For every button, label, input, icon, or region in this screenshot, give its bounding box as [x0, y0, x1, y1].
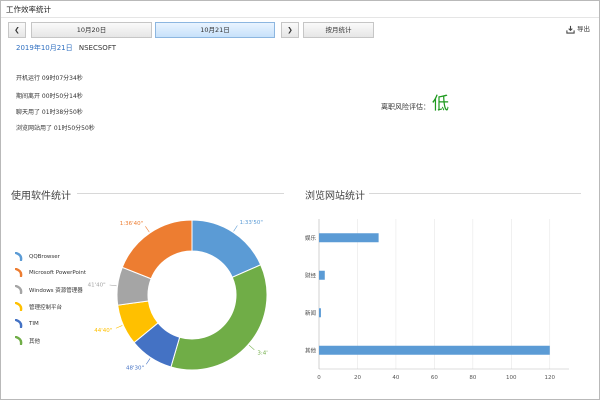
donut-data-label: 1:33'50" — [240, 220, 263, 226]
stat-browse: 浏览网站用了 01时50分50秒 — [16, 125, 95, 132]
donut-leader-line — [109, 284, 117, 287]
donut-slice — [170, 264, 268, 371]
x-tick-label: 120 — [545, 375, 556, 381]
bar — [319, 345, 550, 355]
window-title: 工作效率统计 — [1, 1, 599, 18]
report-user: NSECSOFT — [78, 44, 116, 52]
website-stats-divider — [369, 193, 581, 194]
website-bar-chart: 0 20 40 60 80 100 120 娱乐财经新闻其他 — [305, 219, 569, 381]
bar — [319, 233, 379, 243]
software-stats-divider — [77, 193, 284, 194]
monthly-stats-button[interactable]: 按月统计 — [303, 22, 374, 38]
stat-power-on: 开机运行 09时07分34秒 — [16, 75, 83, 82]
x-tick-label: 40 — [392, 375, 399, 381]
software-donut-chart: 1:33'50" 3:4' 48'30" 44'40" 41'40" 1:36'40" — [88, 219, 268, 372]
donut-data-label: 44'40" — [94, 328, 112, 334]
donut-data-label: 41'40" — [88, 283, 106, 289]
x-tick-label: 60 — [431, 375, 438, 381]
donut-slice — [191, 219, 262, 278]
y-category-label: 娱乐 — [305, 234, 317, 242]
donut-leader-line — [233, 225, 238, 232]
export-button[interactable]: 导出 — [566, 23, 590, 35]
tab-oct-21[interactable]: 10月21日 — [155, 22, 275, 38]
x-tick-label: 20 — [354, 375, 361, 381]
x-tick-label: 0 — [317, 375, 321, 381]
app-window: 工作效率统计 ❮ 10月20日 10月21日 ❯ 按月统计 导出 2019年10… — [0, 0, 600, 400]
bar — [319, 270, 325, 280]
risk-assessment: 离职风险评估： 低 — [381, 89, 449, 114]
donut-data-label: 1:36'40" — [120, 221, 143, 227]
report-date-line: 2019年10月21日 NSECSOFT — [16, 43, 116, 53]
donut-leader-line — [145, 226, 150, 233]
prev-day-button[interactable]: ❮ — [8, 22, 26, 38]
x-tick-label: 100 — [506, 375, 517, 381]
stat-chat: 聊天用了 01时38分50秒 — [16, 109, 83, 116]
donut-leader-line — [115, 325, 123, 329]
stat-away: 期间离开 00时50分14秒 — [16, 93, 83, 100]
export-icon — [566, 25, 575, 34]
donut-leader-line — [145, 358, 151, 365]
y-category-label: 财经 — [305, 271, 317, 279]
donut-data-label: 48'30" — [126, 366, 144, 372]
donut-leader-line — [248, 344, 255, 351]
bar — [319, 308, 321, 318]
risk-value: 低 — [432, 94, 449, 114]
y-category-label: 新闻 — [305, 309, 316, 317]
report-date: 2019年10月21日 — [16, 44, 73, 52]
export-label: 导出 — [577, 25, 590, 33]
donut-data-label: 3:4' — [257, 350, 267, 356]
y-category-label: 其他 — [305, 346, 317, 354]
risk-label: 离职风险评估： — [381, 103, 430, 111]
next-day-button[interactable]: ❯ — [281, 22, 299, 38]
tab-oct-20[interactable]: 10月20日 — [31, 22, 152, 38]
x-tick-label: 80 — [469, 375, 476, 381]
donut-slice — [121, 219, 193, 280]
